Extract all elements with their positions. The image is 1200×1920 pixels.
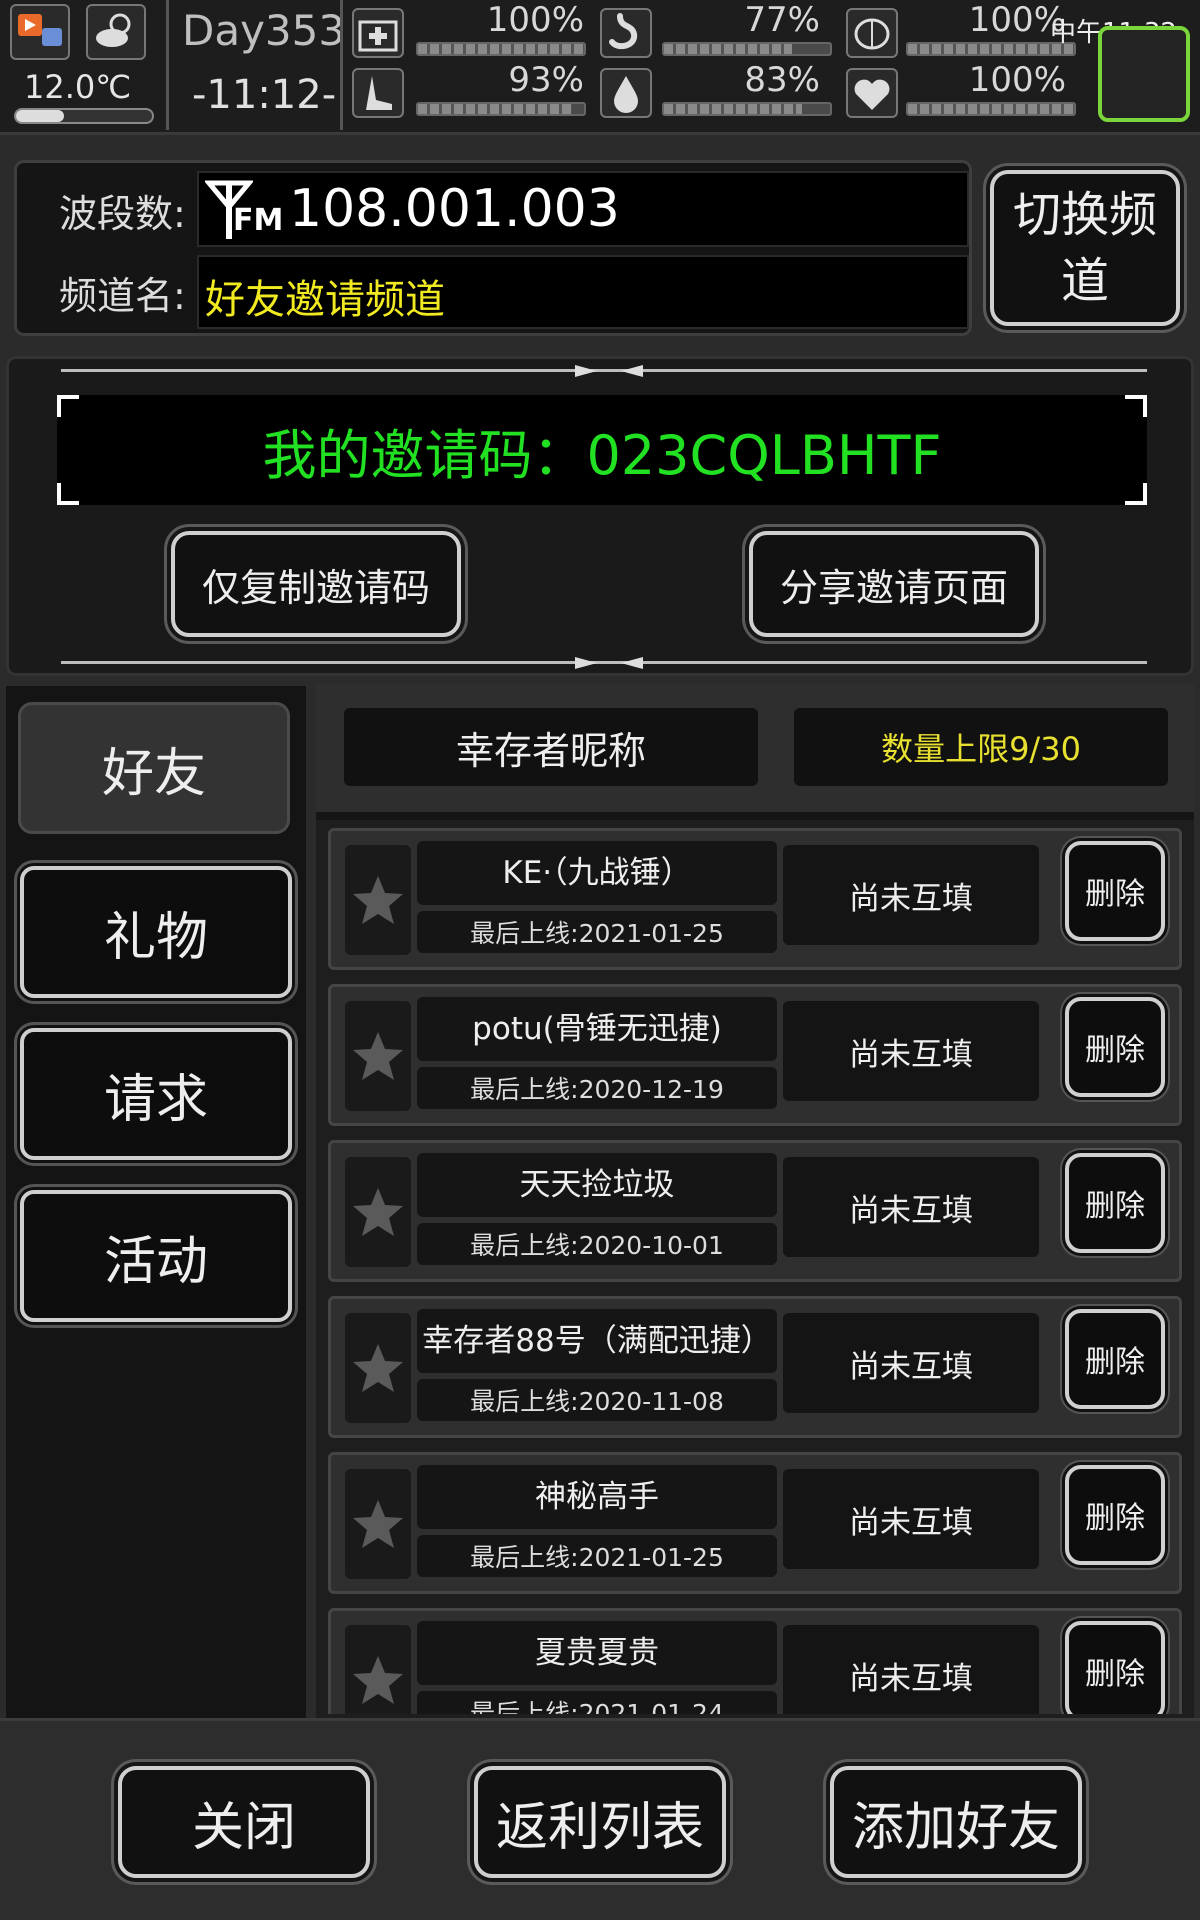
brain-icon — [846, 8, 898, 58]
tab-gifts[interactable]: 礼物 — [20, 866, 292, 998]
add-friend-button[interactable]: 添加好友 — [830, 1766, 1082, 1878]
nickname-header: 幸存者昵称 — [344, 708, 758, 786]
band-value: 108.001.003 — [289, 179, 620, 239]
friend-name: potu(骨锤无迅捷) — [417, 997, 777, 1061]
friend-row: 神秘高手最后上线:2021-01-25 尚未互填 删除 — [328, 1452, 1182, 1594]
temperature-bar — [14, 108, 154, 124]
delete-friend-button[interactable]: 删除 — [1065, 997, 1165, 1097]
band-field: FM 108.001.003 — [197, 171, 969, 247]
game-time: -11:12- — [192, 72, 337, 118]
band-label: 波段数: — [59, 192, 186, 236]
weather-cloud-icon — [86, 4, 146, 60]
mood-bar — [906, 102, 1076, 116]
share-invite-page-button[interactable]: 分享邀请页面 — [749, 531, 1039, 637]
stamina-percent: 93% — [508, 60, 584, 100]
hunger-percent: 77% — [744, 0, 820, 40]
hunger-bar — [662, 42, 832, 56]
water-percent: 83% — [744, 60, 820, 100]
friend-row: potu(骨锤无迅捷) 最后上线:2020-12-19 尚未互填 删除 — [328, 984, 1182, 1126]
channel-field: 好友邀请频道 — [197, 255, 969, 329]
friend-status: 尚未互填 — [783, 1625, 1039, 1725]
friend-row: 幸存者88号（满配迅捷） 最后上线:2020-11-08 尚未互填 删除 — [328, 1296, 1182, 1438]
invite-code-text: 我的邀请码：023CQLBHTF — [262, 423, 942, 487]
friend-status: 尚未互填 — [783, 1313, 1039, 1413]
friend-status: 尚未互填 — [783, 845, 1039, 945]
status-bar: 12.0℃ Day353 -11:12- 100% 77% 100% 93% 8… — [0, 0, 1200, 135]
friend-last-online: 最后上线:2020-12-19 — [417, 1067, 777, 1109]
friend-row: KE·（九战锤） 最后上线:2021-01-25 尚未互填 删除 — [328, 828, 1182, 970]
arrows-icon — [575, 365, 643, 377]
friend-name: 夏贵夏贵 — [417, 1621, 777, 1685]
copy-invite-code-button[interactable]: 仅复制邀请码 — [171, 531, 461, 637]
friend-last-online: 最后上线:2021-01-25 — [417, 911, 777, 953]
switch-channel-button[interactable]: 切换频道 — [990, 170, 1180, 326]
health-bar — [416, 42, 586, 56]
star-icon[interactable] — [345, 1469, 411, 1579]
delete-friend-button[interactable]: 删除 — [1065, 1309, 1165, 1409]
star-icon[interactable] — [345, 1313, 411, 1423]
friend-status: 尚未互填 — [783, 1157, 1039, 1257]
friend-last-online: 最后上线:2020-10-01 — [417, 1223, 777, 1265]
foot-icon — [352, 68, 404, 118]
friend-limit-text: 数量上限9/30 — [794, 708, 1168, 786]
friends-header: 幸存者昵称 数量上限9/30 — [316, 684, 1194, 812]
day-counter: Day353 — [182, 6, 346, 55]
friend-row: 天天捡垃圾最后上线:2020-10-01 尚未互填 删除 — [328, 1140, 1182, 1282]
delete-friend-button[interactable]: 删除 — [1065, 1465, 1165, 1565]
friend-name: 幸存者88号（满配迅捷） — [417, 1309, 777, 1373]
invite-code-box: 我的邀请码：023CQLBHTF — [57, 395, 1147, 505]
medkit-icon — [352, 8, 404, 58]
friend-last-online: 最后上线:2020-11-08 — [417, 1379, 777, 1421]
delete-friend-button[interactable]: 删除 — [1065, 1153, 1165, 1253]
star-icon[interactable] — [345, 1001, 411, 1111]
rebate-list-button[interactable]: 返利列表 — [474, 1766, 726, 1878]
tab-friends[interactable]: 好友 — [18, 702, 290, 834]
friend-last-online: 最后上线:2021-01-25 — [417, 1535, 777, 1577]
heart-icon — [846, 68, 898, 118]
star-icon[interactable] — [345, 1157, 411, 1267]
health-percent: 100% — [486, 0, 584, 40]
water-bar — [662, 102, 832, 116]
temperature-text: 12.0℃ — [24, 68, 132, 106]
tab-events[interactable]: 活动 — [20, 1190, 292, 1322]
mood-percent: 100% — [968, 60, 1066, 100]
game-logo-icon[interactable] — [10, 4, 70, 60]
friend-name: 神秘高手 — [417, 1465, 777, 1529]
channel-label: 频道名: — [59, 274, 186, 318]
close-button[interactable]: 关闭 — [118, 1766, 370, 1878]
stamina-bar — [416, 102, 586, 116]
friend-name: 天天捡垃圾 — [417, 1153, 777, 1217]
equipped-slot[interactable] — [1098, 26, 1190, 122]
friend-status: 尚未互填 — [783, 1469, 1039, 1569]
stomach-icon — [600, 8, 652, 58]
friend-status: 尚未互填 — [783, 1001, 1039, 1101]
divider — [166, 0, 169, 130]
fm-label: FM — [233, 203, 284, 238]
water-drop-icon — [600, 68, 652, 118]
divider — [340, 0, 343, 130]
arrows-icon — [575, 657, 643, 669]
delete-friend-button[interactable]: 删除 — [1065, 841, 1165, 941]
spirit-percent: 100% — [968, 0, 1066, 40]
invite-panel: 我的邀请码：023CQLBHTF 仅复制邀请码 分享邀请页面 — [6, 356, 1194, 676]
radio-panel: 波段数: FM 108.001.003 频道名: 好友邀请频道 — [14, 160, 972, 336]
tab-requests[interactable]: 请求 — [20, 1028, 292, 1160]
star-icon[interactable] — [345, 845, 411, 955]
delete-friend-button[interactable]: 删除 — [1065, 1621, 1165, 1721]
channel-value: 好友邀请频道 — [205, 277, 445, 323]
friend-name: KE·（九战锤） — [417, 841, 777, 905]
